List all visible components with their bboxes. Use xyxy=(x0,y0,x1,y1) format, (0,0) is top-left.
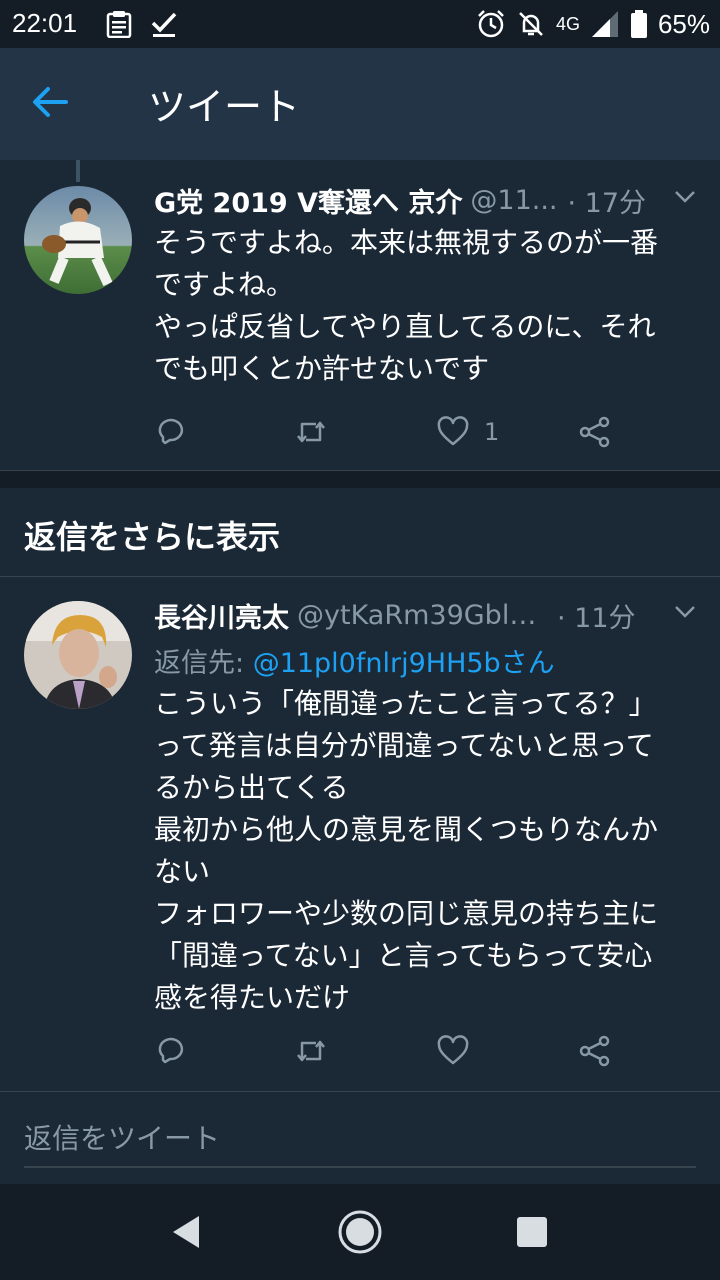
page-title: ツイート xyxy=(148,85,301,129)
thread-line xyxy=(76,160,80,182)
triangle-back-icon xyxy=(173,1216,199,1248)
chevron-down-icon[interactable] xyxy=(674,605,696,619)
battery-icon xyxy=(630,10,647,38)
heart-icon xyxy=(437,1035,469,1065)
tweet-card[interactable]: G党 2019 V奪還へ 京介 @11... · 17分 そうですよね。本来は無… xyxy=(0,160,720,470)
status-bar: 22:01 4G 65% xyxy=(0,0,720,48)
chevron-down-icon[interactable] xyxy=(674,190,696,204)
avatar[interactable] xyxy=(24,601,132,709)
author-name[interactable]: 長谷川亮太 xyxy=(154,596,289,635)
heart-icon xyxy=(437,416,469,446)
reply-icon xyxy=(158,1037,184,1064)
show-more-label: 返信をさらに表示 xyxy=(24,518,281,556)
alarm-icon xyxy=(478,10,504,38)
divider xyxy=(0,470,720,471)
nav-home-button[interactable] xyxy=(330,1202,390,1262)
network-type: 4G xyxy=(555,13,580,34)
signal-icon xyxy=(591,11,618,37)
avatar[interactable] xyxy=(24,186,132,294)
like-count: 1 xyxy=(484,418,500,446)
author-name[interactable]: G党 2019 V奪還へ 京介 xyxy=(154,181,462,220)
tweet-header: 長谷川亮太 @ytKaRm39Gbl0... · 11分 xyxy=(154,595,696,635)
reply-mention-link[interactable]: @11pl0fnlrj9HH5bさん xyxy=(253,648,555,679)
reply-input[interactable] xyxy=(24,1110,696,1168)
reply-to-line: 返信先: @11pl0fnlrj9HH5bさん xyxy=(154,641,555,680)
like-button[interactable] xyxy=(436,1031,484,1071)
tweet-time: · 11分 xyxy=(557,602,636,634)
author-handle[interactable]: @11... xyxy=(470,185,557,216)
share-icon xyxy=(579,416,610,448)
square-recents-icon xyxy=(517,1217,547,1247)
tweet-time: · 17分 xyxy=(567,187,647,219)
tweet-header: G党 2019 V奪還へ 京介 @11... · 17分 xyxy=(154,180,696,220)
share-button[interactable] xyxy=(578,1031,612,1071)
reply-button[interactable] xyxy=(154,412,188,452)
reply-icon xyxy=(158,418,184,445)
retweet-button[interactable] xyxy=(294,412,328,452)
home-circle-icon xyxy=(338,1210,382,1254)
system-nav-bar xyxy=(0,1184,720,1280)
back-button[interactable] xyxy=(30,82,80,126)
share-icon xyxy=(579,1035,610,1067)
notifications-off-icon xyxy=(519,12,543,36)
tweet-actions: 1 xyxy=(154,412,624,452)
avatar-image xyxy=(24,601,132,709)
app-header: ツイート xyxy=(0,48,720,160)
nav-back-button[interactable] xyxy=(156,1202,216,1262)
reply-button[interactable] xyxy=(154,1031,188,1071)
tweet-text: こういう「俺間違ったこと言ってる？」 って発言は自分が間違ってないと思って るか… xyxy=(154,687,659,1014)
avatar-image xyxy=(24,186,132,294)
reply-to-label: 返信先: xyxy=(154,648,253,679)
share-button[interactable] xyxy=(578,412,612,452)
tweet-card[interactable]: 長谷川亮太 @ytKaRm39Gbl0... · 11分 返信先: @11pl0… xyxy=(0,577,720,1091)
author-handle[interactable]: @ytKaRm39Gbl0... xyxy=(297,600,547,631)
like-button[interactable]: 1 xyxy=(436,412,499,452)
tweet-actions xyxy=(154,1031,624,1071)
status-right-group: 4G 65% xyxy=(476,6,710,42)
nav-recents-button[interactable] xyxy=(502,1202,562,1262)
retweet-icon xyxy=(297,1040,325,1062)
retweet-button[interactable] xyxy=(294,1031,328,1071)
arrow-left-icon xyxy=(33,87,68,117)
check-icon xyxy=(151,12,177,37)
battery-percent: 65% xyxy=(657,8,710,39)
clipboard-icon xyxy=(106,11,132,38)
status-time: 22:01 xyxy=(12,8,78,38)
retweet-icon xyxy=(297,421,325,443)
show-more-replies[interactable]: 返信をさらに表示 xyxy=(0,488,720,576)
reply-compose-bar xyxy=(0,1092,720,1184)
tweet-text: そうですよね。本来は無視するのが一番 ですよね。 やっぱ反省してやり直してるのに… xyxy=(154,226,659,385)
